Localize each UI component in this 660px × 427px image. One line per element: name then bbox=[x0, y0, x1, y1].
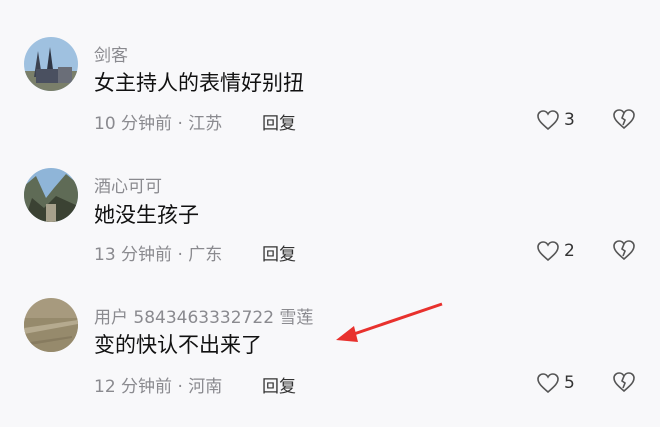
heart-icon bbox=[537, 373, 559, 394]
comment-text: 变的快认不出来了 bbox=[94, 333, 262, 357]
username[interactable]: 酒心可可 bbox=[94, 172, 162, 197]
like-count: 5 bbox=[564, 373, 575, 393]
like-button[interactable]: 5 bbox=[536, 371, 575, 395]
comment-item: 用户 5843463332722 雪莲 变的快认不出来了 12 分钟前 · 河南… bbox=[0, 0, 660, 397]
comment-meta: 13 分钟前 · 广东 bbox=[94, 240, 222, 265]
username[interactable]: 用户 5843463332722 雪莲 bbox=[94, 303, 313, 328]
dislike-button[interactable] bbox=[612, 239, 636, 263]
like-count: 2 bbox=[564, 241, 575, 261]
avatar[interactable] bbox=[24, 298, 78, 352]
avatar[interactable] bbox=[24, 168, 78, 222]
broken-heart-icon bbox=[613, 240, 635, 261]
reply-button[interactable]: 回复 bbox=[262, 372, 296, 397]
annotation-arrow-icon bbox=[336, 302, 443, 342]
timestamp: 12 分钟前 bbox=[94, 377, 173, 397]
location: 河南 bbox=[188, 377, 223, 397]
broken-heart-icon bbox=[613, 372, 635, 393]
meta-separator: · bbox=[177, 377, 183, 397]
comment-meta: 12 分钟前 · 河南 bbox=[94, 372, 222, 397]
location: 广东 bbox=[188, 245, 223, 265]
field-avatar-icon bbox=[24, 298, 78, 352]
meta-separator: · bbox=[177, 245, 183, 265]
dislike-button[interactable] bbox=[612, 371, 636, 395]
timestamp: 13 分钟前 bbox=[94, 245, 173, 265]
comment-text: 她没生孩子 bbox=[94, 203, 199, 227]
like-button[interactable]: 2 bbox=[536, 239, 575, 263]
heart-icon bbox=[537, 241, 559, 262]
mountain-avatar-icon bbox=[24, 168, 78, 222]
reply-button[interactable]: 回复 bbox=[262, 240, 296, 265]
